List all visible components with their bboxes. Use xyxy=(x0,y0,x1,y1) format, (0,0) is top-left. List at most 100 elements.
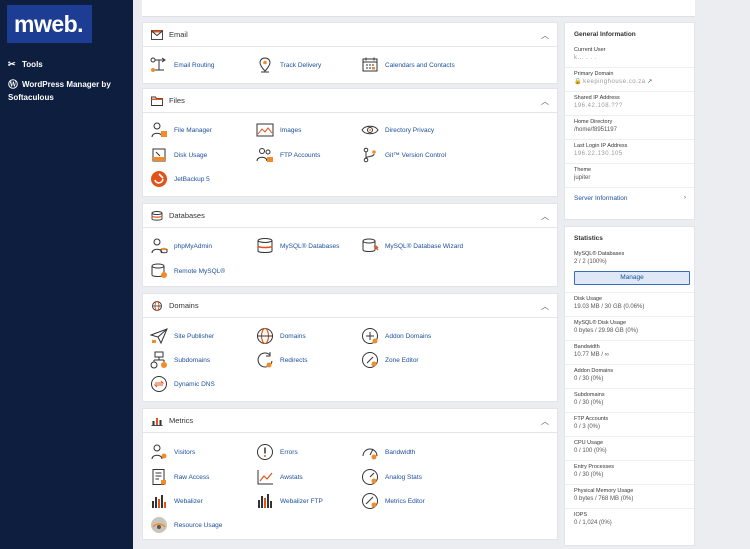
mweb-logo[interactable]: mweb. xyxy=(7,5,92,43)
sidebar-item-label: Tools xyxy=(22,60,43,69)
folder-icon xyxy=(151,96,163,106)
metrics-editor-icon xyxy=(361,492,379,510)
resource-usage-link[interactable]: Resource Usage xyxy=(150,516,222,534)
chevron-up-icon[interactable]: ︿ xyxy=(541,301,549,312)
section-databases-header[interactable]: Databases ︿ xyxy=(143,204,557,228)
subdomains-link[interactable]: Subdomains xyxy=(150,351,210,369)
metrics-editor-link[interactable]: Metrics Editor xyxy=(361,492,425,510)
email-routing-link[interactable]: Email Routing xyxy=(150,56,214,74)
images-link[interactable]: Images xyxy=(256,121,301,139)
panel-title: General Information xyxy=(574,31,636,38)
site-publisher-link[interactable]: Site Publisher xyxy=(150,327,214,345)
awstats-link[interactable]: Awstats xyxy=(256,468,303,486)
git-version-control-link[interactable]: Git™ Version Control xyxy=(361,146,446,164)
section-email: Email ︿ Email Routing Track Delivery Cal… xyxy=(142,22,558,84)
external-link-icon: ↗ xyxy=(647,79,653,85)
errors-link[interactable]: Errors xyxy=(256,443,298,461)
mysql-databases-link[interactable]: MySQL® Databases xyxy=(256,237,339,255)
calendars-contacts-link[interactable]: Calendars and Contacts xyxy=(361,56,455,74)
addon-domains-link[interactable]: Addon Domains xyxy=(361,327,431,345)
stat-row: MySQL® Disk Usage 0 bytes / 29.98 GB (0%) xyxy=(565,317,694,341)
sidebar: mweb. ✂ Tools W WordPress Manager by Sof… xyxy=(0,0,133,549)
resource-usage-icon xyxy=(150,516,168,534)
section-title: Files xyxy=(169,96,185,105)
redirect-icon xyxy=(256,351,274,369)
section-domains: Domains ︿ Site Publisher Domains Addon D… xyxy=(142,293,558,402)
section-title: Email xyxy=(169,30,188,39)
stat-row: Physical Memory Usage 0 bytes / 768 MB (0… xyxy=(565,485,694,509)
dynamic-dns-link[interactable]: Dynamic DNS xyxy=(150,375,215,393)
primary-domain-link[interactable]: 🔒 keepinghouse.co.za ↗ xyxy=(574,78,685,87)
chevron-up-icon[interactable]: ︿ xyxy=(541,96,549,107)
envelope-icon xyxy=(151,29,163,40)
git-branch-icon xyxy=(361,146,379,164)
webalizer-icon xyxy=(150,492,168,510)
analog-stats-link[interactable]: Analog Stats xyxy=(361,468,422,486)
panel-title: Statistics xyxy=(574,235,603,242)
mysql-database-wizard-link[interactable]: MySQL® Database Wizard xyxy=(361,237,463,255)
webalizer-link[interactable]: Webalizer xyxy=(150,492,203,510)
zone-editor-icon xyxy=(361,351,379,369)
zone-editor-link[interactable]: Zone Editor xyxy=(361,351,419,369)
domains-link[interactable]: Domains xyxy=(256,327,306,345)
section-domains-header[interactable]: Domains ︿ xyxy=(143,294,557,318)
chevron-up-icon[interactable]: ︿ xyxy=(541,416,549,427)
section-title: Domains xyxy=(169,301,199,310)
section-title: Databases xyxy=(169,211,205,220)
line-chart-icon xyxy=(256,468,274,486)
stat-row: Addon Domains 0 / 30 (0%) xyxy=(565,365,694,389)
stat-row: CPU Usage 0 / 100 (0%) xyxy=(565,437,694,461)
directory-privacy-link[interactable]: Directory Privacy xyxy=(361,121,434,139)
remote-database-icon xyxy=(150,262,168,280)
bandwidth-link[interactable]: Bandwidth xyxy=(361,443,415,461)
visitors-link[interactable]: Visitors xyxy=(150,443,195,461)
database-icon xyxy=(151,210,163,221)
top-bar xyxy=(142,0,695,17)
remote-mysql-link[interactable]: Remote MySQL® xyxy=(150,262,225,280)
phpmyadmin-link[interactable]: phpMyAdmin xyxy=(150,237,212,255)
disk-icon xyxy=(150,146,168,164)
bar-chart-icon xyxy=(151,416,163,426)
sidebar-item-label: WordPress Manager by xyxy=(22,80,111,89)
server-information-link[interactable]: Server Information › xyxy=(565,188,694,209)
image-icon xyxy=(256,121,274,139)
manage-button[interactable]: Manage xyxy=(574,271,690,285)
track-delivery-link[interactable]: Track Delivery xyxy=(256,56,321,74)
dynamic-dns-icon xyxy=(150,375,168,393)
wordpress-icon: W xyxy=(8,79,18,89)
raw-access-link[interactable]: Raw Access xyxy=(150,468,209,486)
tools-icon: ✂ xyxy=(8,59,16,69)
database-wizard-icon xyxy=(361,237,379,255)
statistics-panel: Statistics MySQL® Databases 2 / 2 (100%)… xyxy=(564,226,695,546)
section-metrics-header[interactable]: Metrics ︿ xyxy=(143,409,557,433)
ftp-users-icon xyxy=(256,146,274,164)
chevron-right-icon: › xyxy=(683,194,686,201)
redirects-link[interactable]: Redirects xyxy=(256,351,307,369)
ftp-accounts-link[interactable]: FTP Accounts xyxy=(256,146,320,164)
sidebar-item-label: Softaculous xyxy=(8,93,54,102)
chevron-up-icon[interactable]: ︿ xyxy=(541,30,549,41)
sidebar-item-tools[interactable]: ✂ Tools xyxy=(8,58,43,71)
sidebar-item-softaculous[interactable]: Softaculous xyxy=(8,91,54,104)
jetbackup-link[interactable]: JetBackup 5 xyxy=(150,170,210,188)
section-databases: Databases ︿ phpMyAdmin MySQL® Databases … xyxy=(142,203,558,287)
current-user-value: k... . . . xyxy=(574,55,598,61)
disk-usage-link[interactable]: Disk Usage xyxy=(150,146,207,164)
webalizer-ftp-link[interactable]: Webalizer FTP xyxy=(256,492,323,510)
primary-domain-row: Primary Domain 🔒 keepinghouse.co.za ↗ xyxy=(565,68,694,92)
home-directory-row: Home Directory /home/f8951197 xyxy=(565,116,694,140)
file-manager-link[interactable]: File Manager xyxy=(150,121,212,139)
error-icon xyxy=(256,443,274,461)
sidebar-item-wordpress-manager[interactable]: W WordPress Manager by xyxy=(8,78,111,91)
section-files: Files ︿ File Manager Images Directory Pr… xyxy=(142,88,558,197)
section-files-header[interactable]: Files ︿ xyxy=(143,89,557,113)
domains-globe-icon xyxy=(256,327,274,345)
chevron-up-icon[interactable]: ︿ xyxy=(541,211,549,222)
section-email-header[interactable]: Email ︿ xyxy=(143,23,557,47)
svg-text:W: W xyxy=(9,81,17,88)
map-pin-icon xyxy=(256,56,274,74)
theme-row: Theme jupiter xyxy=(565,164,694,188)
add-circle-icon xyxy=(361,327,379,345)
current-user-row: Current User k... . . . xyxy=(565,44,694,68)
lock-icon: 🔒 xyxy=(574,79,582,85)
